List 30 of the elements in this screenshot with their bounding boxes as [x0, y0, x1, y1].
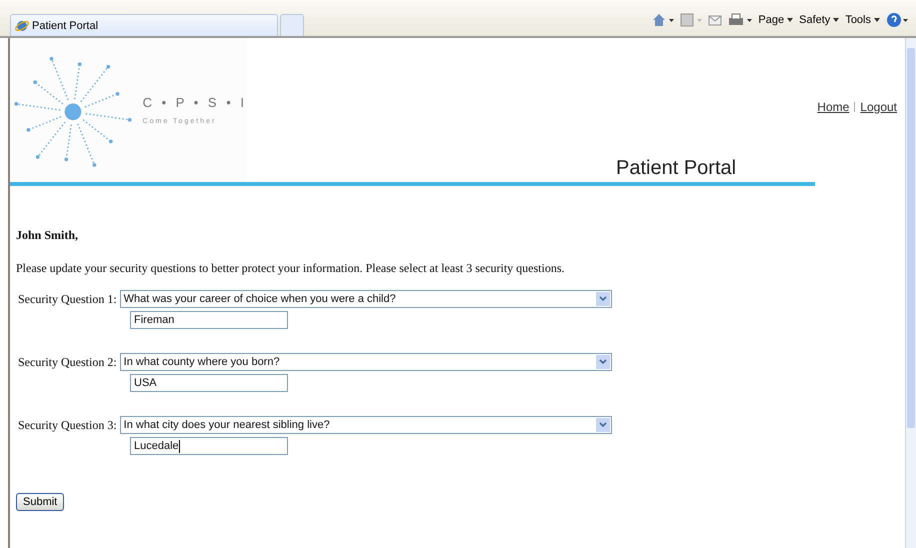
question-label: Security Question 3:	[18, 418, 117, 432]
caret-icon	[833, 18, 840, 22]
answer-field[interactable]: USA	[130, 374, 288, 392]
caret-icon	[874, 18, 880, 22]
logo-name: C • P • S • I	[142, 95, 247, 110]
submit-button[interactable]: Submit	[16, 493, 64, 511]
printer-icon[interactable]	[728, 13, 752, 27]
mail-icon[interactable]	[708, 14, 722, 26]
scrollbar[interactable]	[905, 38, 916, 548]
menu-button[interactable]: Tools	[845, 14, 880, 26]
browser-icon	[15, 18, 29, 32]
instructions: Please update your security questions to better protect your information. Please select at least 3 security questions.	[16, 261, 566, 276]
browser-tab[interactable]	[280, 14, 304, 36]
question-label: Security Question 2:	[18, 354, 117, 370]
caret-icon	[787, 18, 794, 22]
question-dropdown[interactable]: What was your career of choice when you were a child?	[120, 290, 612, 308]
page-title: Patient Portal	[616, 157, 736, 180]
answer-field[interactable]: Lucedale	[130, 437, 288, 455]
home-icon[interactable]	[652, 13, 674, 27]
question-dropdown[interactable]: In what city does your nearest sibling live?	[120, 416, 612, 434]
question-dropdown[interactable]: In what county where you born?	[120, 353, 612, 371]
browser-tab[interactable]: Patient Portal	[10, 14, 278, 36]
question-label: Security Question 1:	[18, 292, 117, 306]
menu-button[interactable]: Page	[758, 14, 794, 26]
nav-link[interactable]: Logout	[860, 100, 897, 114]
answer-field[interactable]: Fireman	[130, 311, 288, 329]
menu-button[interactable]: Safety	[799, 14, 840, 26]
help-icon[interactable]	[886, 12, 908, 28]
nav-link[interactable]: Home	[817, 100, 850, 114]
greeting: John Smith,	[16, 228, 80, 243]
